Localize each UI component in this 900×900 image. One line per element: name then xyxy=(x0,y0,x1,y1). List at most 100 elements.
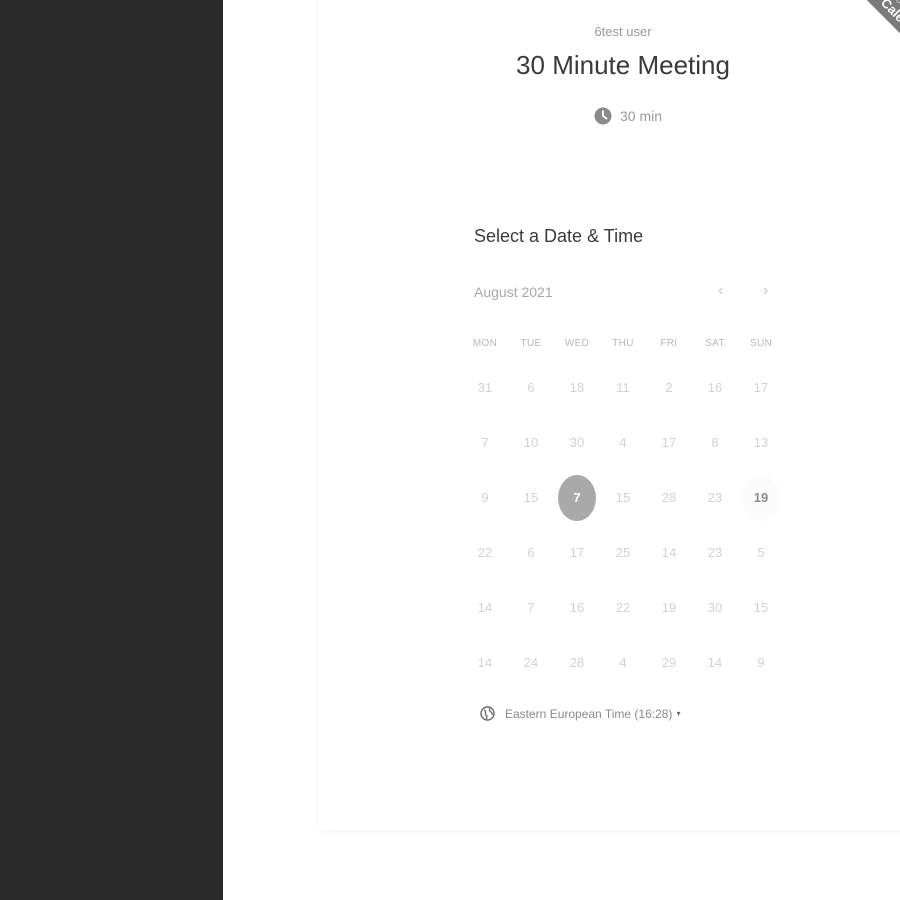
calendar-day-number: 15 xyxy=(523,490,539,505)
weekday-label: FRI xyxy=(660,338,678,349)
calendar-day: 14 xyxy=(462,580,508,635)
calendar-day: 17 xyxy=(738,360,784,415)
ribbon-brand-text: Calendly xyxy=(878,0,900,44)
weekday-label: WED xyxy=(564,338,590,349)
clock-icon xyxy=(594,107,612,125)
next-month-button[interactable]: › xyxy=(763,282,768,300)
calendar-day: 23 xyxy=(692,470,738,525)
calendar-grid: 31 6 18 11 2 16 17 7 10 30 4 17 8 13 9 15 7 15 28 23 19 22 6 17… xyxy=(462,360,785,690)
calendar-day: 4 xyxy=(600,415,646,470)
chevron-down-icon: ▾ xyxy=(676,709,681,718)
calendar-day: 25 xyxy=(600,525,646,580)
calendar-day-number: 25 xyxy=(615,545,631,560)
calendar-day: 17 xyxy=(646,415,692,470)
calendar-day-number: 17 xyxy=(753,380,769,395)
calendar-day-number: 6 xyxy=(527,380,535,395)
calendar-day-number: 8 xyxy=(711,435,719,450)
calendar-day-number: 23 xyxy=(707,545,723,560)
calendar-day-number: 16 xyxy=(707,380,723,395)
calendar-day-number: 19 xyxy=(661,600,677,615)
globe-icon xyxy=(480,706,495,721)
weekday-label: MON xyxy=(472,338,498,349)
calendar-day-number: 9 xyxy=(757,655,765,670)
calendar-day-number: 7 xyxy=(527,600,535,615)
duration-label: 30 min xyxy=(619,108,663,124)
calendar-day-number: 30 xyxy=(569,435,585,450)
calendar-day: 14 xyxy=(462,635,508,690)
calendar-day-number: 23 xyxy=(707,490,723,505)
calendar-day: 13 xyxy=(738,415,784,470)
calendar-day-selected[interactable]: 7 xyxy=(554,470,600,525)
calendar-day: 22 xyxy=(600,580,646,635)
weekday-header: MON TUE WED THU FRI SAT SUN xyxy=(462,338,785,349)
timezone-selector[interactable]: Eastern European Time (16:28) ▾ xyxy=(480,706,680,721)
weekday-label: SAT xyxy=(705,338,725,349)
calendar-day-number: 22 xyxy=(477,545,493,560)
calendar-day: 6 xyxy=(508,360,554,415)
meeting-title: 30 Minute Meeting xyxy=(516,50,730,80)
calendar-day: 30 xyxy=(692,580,738,635)
calendar-day: 9 xyxy=(462,470,508,525)
calendar-day-number: 19 xyxy=(742,474,780,521)
weekday-label: SUN xyxy=(749,338,772,349)
calendar-day-number: 4 xyxy=(619,655,627,670)
calendar-day: 11 xyxy=(600,360,646,415)
calendar-day-number: 24 xyxy=(523,655,539,670)
calendar-day-number: 17 xyxy=(569,545,585,560)
calendar-day: 31 xyxy=(462,360,508,415)
calendar-day-number: 7 xyxy=(558,474,596,521)
calendar-day-number: 7 xyxy=(481,435,489,450)
calendar-day-number: 14 xyxy=(477,600,493,615)
calendar-day-number: 5 xyxy=(757,545,765,560)
calendar-day-number: 14 xyxy=(707,655,723,670)
calendar-day: 14 xyxy=(692,635,738,690)
calendar-day-number: 6 xyxy=(527,545,535,560)
calendar-day: 10 xyxy=(508,415,554,470)
weekday-label: TUE xyxy=(520,338,542,349)
calendar-day-number: 31 xyxy=(477,380,493,395)
calendar-day-available[interactable]: 19 xyxy=(738,470,784,525)
calendar-day-number: 28 xyxy=(661,490,677,505)
powered-by-ribbon[interactable]: POWERED BY Calendly xyxy=(825,0,900,78)
calendar-day-number: 15 xyxy=(753,600,769,615)
calendar-day: 28 xyxy=(646,470,692,525)
calendar-day: 23 xyxy=(692,525,738,580)
calendar-day: 16 xyxy=(554,580,600,635)
calendar-day-number: 10 xyxy=(523,435,539,450)
calendar-day: 6 xyxy=(508,525,554,580)
calendar-day: 5 xyxy=(738,525,784,580)
calendar-day: 9 xyxy=(738,635,784,690)
calendar-day-number: 30 xyxy=(707,600,723,615)
prev-month-button[interactable]: ‹ xyxy=(718,282,723,300)
calendar-day-number: 22 xyxy=(615,600,631,615)
section-title: Select a Date & Time xyxy=(474,226,644,246)
calendar-day-number: 2 xyxy=(665,380,673,395)
calendar-day-number: 14 xyxy=(661,545,677,560)
calendar-day: 15 xyxy=(738,580,784,635)
calendar-day-number: 11 xyxy=(616,380,630,395)
calendar-day: 2 xyxy=(646,360,692,415)
calendar-day-number: 4 xyxy=(619,435,627,450)
calendar-day: 18 xyxy=(554,360,600,415)
calendar-day-number: 13 xyxy=(753,435,769,450)
calendar-day: 19 xyxy=(646,580,692,635)
calendar-day-number: 16 xyxy=(569,600,585,615)
calendar-day: 22 xyxy=(462,525,508,580)
meeting-duration: 30 min xyxy=(573,107,683,125)
calendar-day: 15 xyxy=(508,470,554,525)
calendar-day: 4 xyxy=(600,635,646,690)
calendar-day: 17 xyxy=(554,525,600,580)
calendar-day: 24 xyxy=(508,635,554,690)
calendar-day: 14 xyxy=(646,525,692,580)
calendar-day-number: 17 xyxy=(661,435,677,450)
weekday-label: THU xyxy=(612,338,634,349)
calendar-day: 8 xyxy=(692,415,738,470)
calendar-day-number: 18 xyxy=(569,380,585,395)
calendar-day: 29 xyxy=(646,635,692,690)
calendar-day: 30 xyxy=(554,415,600,470)
calendar-day-number: 15 xyxy=(615,490,631,505)
sidebar-panel xyxy=(0,0,223,900)
calendar-day-number: 28 xyxy=(569,655,585,670)
calendar-day-number: 9 xyxy=(481,490,489,505)
month-label: August 2021 xyxy=(474,284,553,300)
